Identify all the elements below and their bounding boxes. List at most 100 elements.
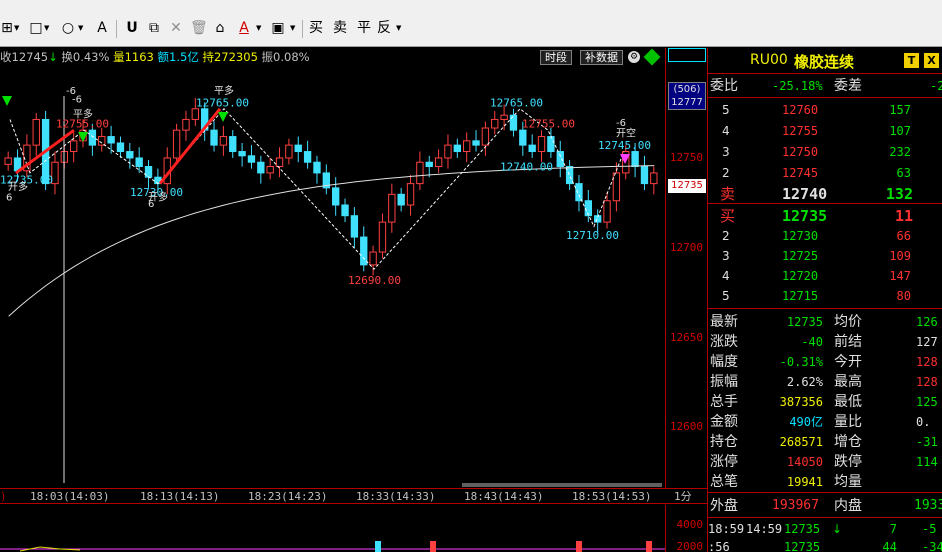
bid-row[interactable]: 2 12730 66 [708,226,942,246]
candle-down [360,236,368,266]
settings-icon[interactable]: ⚙ [628,51,640,63]
magnet-icon[interactable]: U [124,16,140,40]
bid-volume: 66 [896,229,911,243]
quote-panel: RU00 橡胶连续 T X 委比 -25.18% 委差 -2 5 12760 157… [707,48,942,552]
stat-label: 总笔 [710,474,738,490]
candle-up [463,140,471,153]
chevron-down-icon[interactable]: ▼ [290,16,295,40]
candle-up [285,144,293,159]
reverse-button[interactable]: 反 [376,16,392,40]
stat-row: 振幅 2.62% 最高 128 [708,372,942,392]
ask-volume: 107 [889,124,911,138]
candle-up [266,166,274,174]
ask-row[interactable]: 4 12755 107 [708,121,942,141]
candle-up [172,129,181,159]
sell-button[interactable]: 卖 [332,16,348,40]
order-ratio-row: 委比 -25.18% 委差 -2 [708,76,942,96]
candle-up [612,172,621,202]
stat-value: 125 [916,395,938,409]
copy-icon[interactable]: ⧉ [146,16,162,40]
rectangle-tool-icon[interactable]: □ [28,16,44,40]
bid-row[interactable]: 3 12725 109 [708,246,942,266]
stat-label: 持仓 [710,434,738,450]
price-annotation: 12710.00 [566,229,619,242]
fill-data-button[interactable]: 补数据 [580,50,623,65]
price-axis: (506) 12777 12750 12735 12700 12650 1260… [665,48,707,488]
candle-down [210,129,218,146]
price-annotation: 12755.00 [522,118,575,131]
trash-icon[interactable]: 🗑 [190,16,208,40]
text-tool-icon[interactable]: A [94,16,110,40]
candle-down [631,151,639,168]
signal-label: 开多 [8,180,28,193]
volume-bar [576,541,582,552]
bid-volume: 11 [894,207,913,225]
weicha-value: -2 [930,79,942,93]
chevron-down-icon[interactable]: ▼ [44,16,49,40]
stat-row: 幅度 -0.31% 今开 128 [708,352,942,372]
delete-icon[interactable]: ✕ [168,16,184,40]
amplitude-label: 振0.08% [261,50,310,64]
volume-tick: 2000 [676,540,704,552]
weibi-label: 委比 [710,78,738,94]
candle-down [247,155,256,163]
tick-price: 12735 [784,522,821,536]
stat-label: 振幅 [710,374,738,390]
ask-row[interactable]: 2 12745 63 [708,163,942,183]
turnover-label: 换0.43% [61,50,110,64]
chevron-down-icon[interactable]: ▼ [78,16,83,40]
font-color-icon[interactable]: A [236,16,252,40]
period-button[interactable]: 时段 [540,50,572,65]
bid-row[interactable]: 买 12735 11 [708,206,942,226]
stat-label: 幅度 [710,354,738,370]
buy-button[interactable]: 买 [308,16,324,40]
t-badge[interactable]: T [904,53,919,68]
stat-value: 490亿 [789,415,823,429]
price-annotation: 12765.00 [490,96,543,109]
circle-tool-icon[interactable]: ○ [60,16,76,40]
save-icon[interactable]: ▣ [270,16,286,40]
candle-up [98,136,106,146]
chevron-down-icon[interactable]: ▼ [14,16,19,40]
ask-row[interactable]: 5 12760 157 [708,100,942,120]
stat-value: 128 [916,375,938,389]
candlestick-chart[interactable]: 12735.0012755.0012730.0012765.0012690.00… [0,66,665,483]
ask-row[interactable]: 3 12750 232 [708,142,942,162]
stat-value: 127 [916,335,938,349]
outer-inner-row: 外盘 193967 内盘 1933 [708,496,942,516]
period-label[interactable]: 1分 [674,489,692,504]
time-label: 18:53(14:53) [572,490,652,503]
ask-price: 12755 [782,124,819,138]
axis-count: (506) [673,84,701,95]
lock-icon[interactable]: ⌂ [212,16,228,40]
tick-volume: 7 [889,522,897,536]
close-position-button[interactable]: 平 [356,16,372,40]
signal-label: -6 [66,86,76,97]
bid-level: 2 [722,229,730,243]
ask-price: 12740 [782,185,828,203]
bid-row[interactable]: 5 12715 80 [708,286,942,306]
candle-down [519,129,527,146]
candle-up [70,140,78,153]
price-annotation: 12745.00 [598,139,651,152]
candle-up [219,136,228,146]
candle-down [509,114,518,131]
grid-icon[interactable]: ⊞ [0,16,14,40]
stat-label: 增仓 [834,434,862,450]
scrollbar[interactable] [462,483,662,487]
stat-row: 涨停 14050 跌停 114 [708,452,942,472]
candle-down [425,161,433,168]
stat-value: -40 [801,335,823,349]
stat-value: 2.62% [786,375,823,389]
trend-segment [158,107,222,185]
x-badge[interactable]: X [924,53,939,68]
stat-row: 涨跌 -40 前结 127 [708,332,942,352]
chevron-down-icon[interactable]: ▼ [256,16,261,40]
ask-row[interactable]: 卖 12740 132 [708,184,942,204]
chevron-down-icon[interactable]: ▼ [396,16,401,40]
tick-change: -5 [922,522,937,536]
stat-row: 总笔 19941 均量 [708,472,942,492]
time-label: 18:43(14:43) [464,490,544,503]
stat-label: 前结 [834,334,862,350]
bid-row[interactable]: 4 12720 147 [708,266,942,286]
